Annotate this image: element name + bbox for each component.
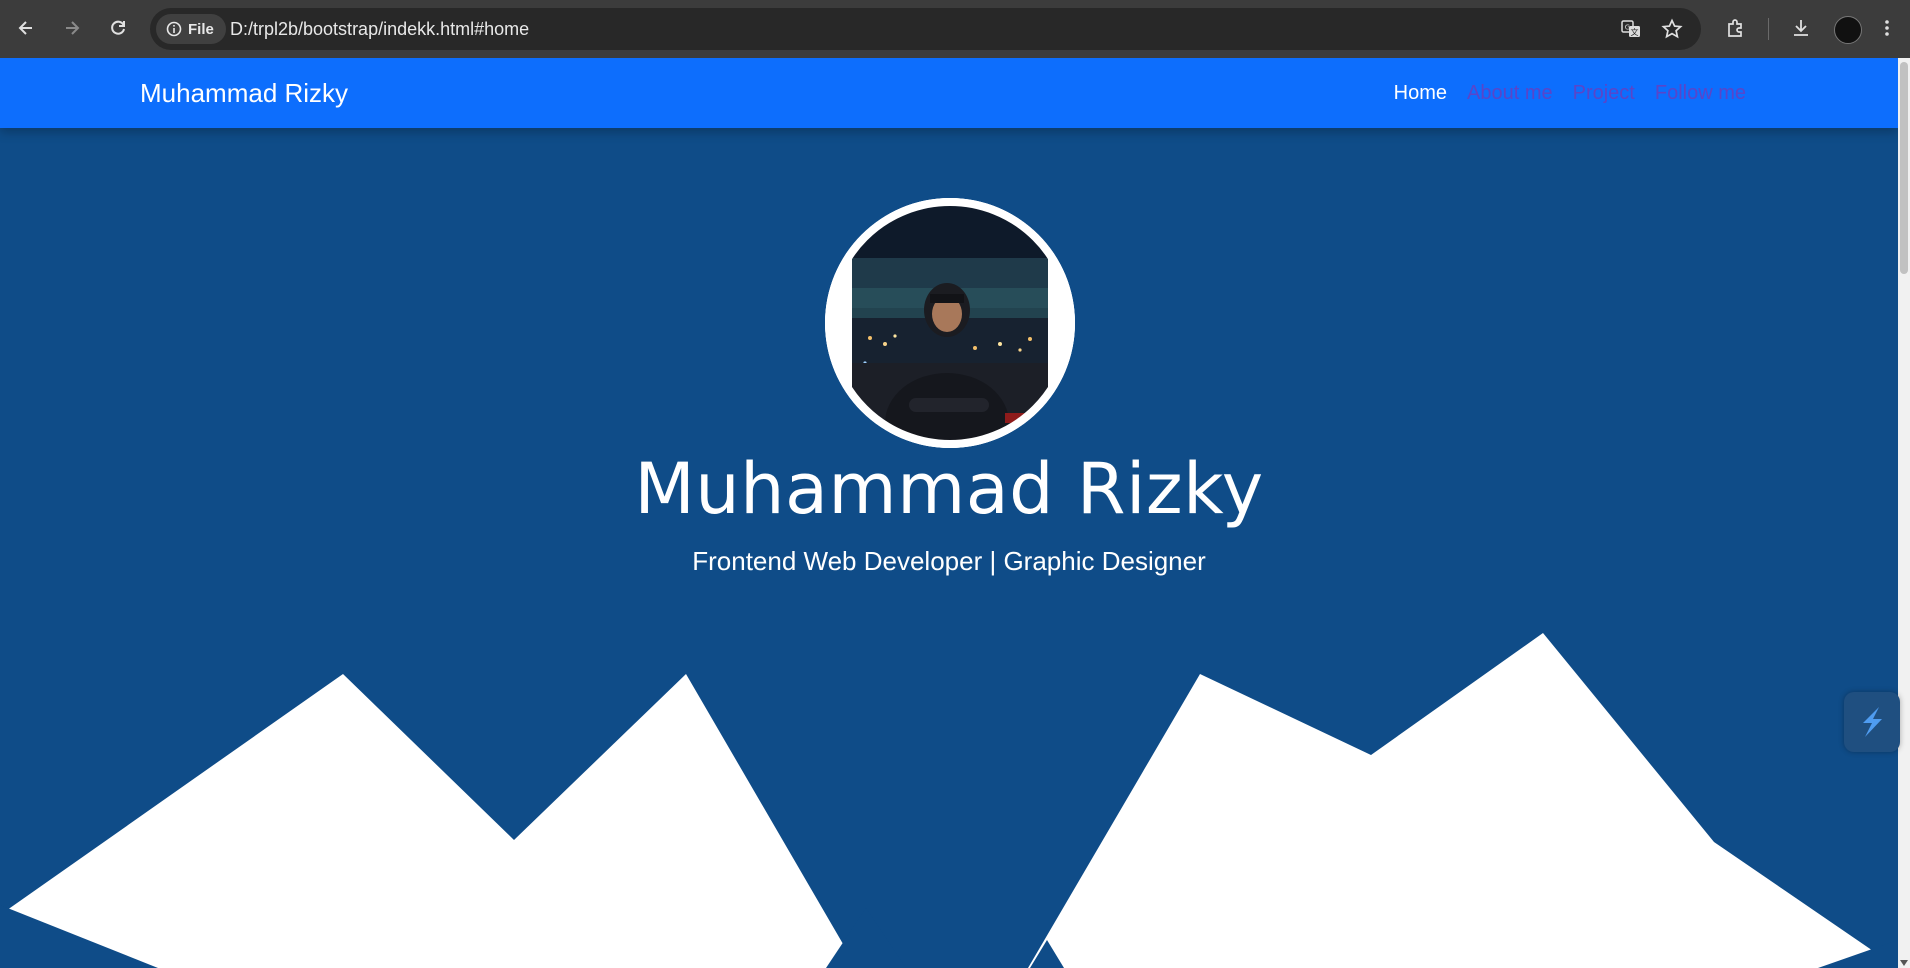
hero-name: Muhammad Rizky [634,448,1264,530]
page-viewport: Muhammad Rizky Home About me Project Fol… [0,58,1898,968]
download-icon [1794,20,1808,36]
arrow-right-icon [66,21,80,35]
hero-subtitle: Frontend Web Developer | Graphic Designe… [692,546,1206,576]
floating-extension-button[interactable] [1844,692,1900,752]
bookmark-star-button[interactable] [1661,18,1683,40]
reload-icon [111,20,125,35]
info-icon [166,21,182,37]
reload-button[interactable] [102,12,134,44]
nav-links: Home About me Project Follow me [1394,58,1746,128]
scroll-down-arrow-icon[interactable] [1900,960,1908,966]
translate-icon: 文G [1621,20,1640,37]
extensions-button[interactable] [1722,14,1750,42]
arrow-left-icon [18,21,32,35]
file-chip-label: File [188,20,214,38]
translate-button[interactable]: 文G [1620,18,1642,40]
hero-section: Muhammad Rizky Frontend Web Developer | … [0,128,1898,968]
star-icon [1661,18,1683,39]
nav-link-home[interactable]: Home [1394,82,1447,105]
downloads-button[interactable] [1787,14,1815,42]
scrollbar-thumb[interactable] [1900,62,1908,274]
svg-text:文: 文 [1631,27,1639,37]
address-bar[interactable]: File D:/trpl2b/bootstrap/indekk.html#hom… [150,8,1701,50]
navbar-brand[interactable]: Muhammad Rizky [140,58,348,128]
page-scrollbar[interactable] [1898,58,1910,968]
svg-text:G: G [1625,24,1630,32]
profile-photo [825,198,1075,448]
toolbar-divider [1768,18,1769,40]
site-navbar: Muhammad Rizky Home About me Project Fol… [0,58,1898,128]
url-text[interactable]: D:/trpl2b/bootstrap/indekk.html#home [230,8,529,50]
forward-button[interactable] [56,12,88,44]
nav-link-project[interactable]: Project [1573,82,1635,105]
nav-link-about[interactable]: About me [1467,82,1553,105]
nav-link-follow[interactable]: Follow me [1655,82,1746,105]
more-vert-icon [1885,20,1889,36]
lightning-icon [1863,707,1882,737]
back-button[interactable] [10,12,42,44]
profile-avatar[interactable] [1834,16,1862,44]
menu-button[interactable] [1873,14,1901,42]
puzzle-icon [1728,19,1742,37]
site-info-chip[interactable]: File [156,14,226,44]
browser-toolbar: File D:/trpl2b/bootstrap/indekk.html#hom… [0,0,1910,58]
